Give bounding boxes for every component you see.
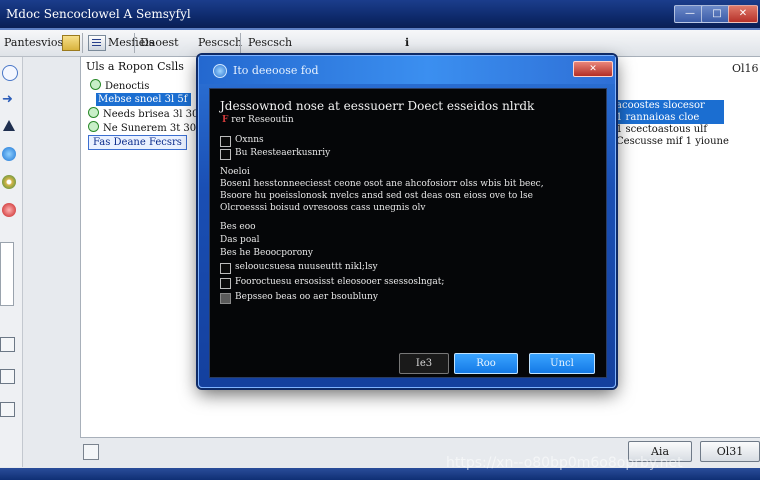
option-checkbox[interactable] <box>220 149 231 160</box>
rail-panel <box>0 242 14 306</box>
dialog-close-button[interactable]: ✕ <box>573 61 613 77</box>
paragraph-line: Olcroesssi boisud ovresooss cass unegnis… <box>220 203 426 213</box>
info-icon[interactable] <box>2 65 18 81</box>
option-checkbox[interactable] <box>220 136 231 147</box>
dialog-heading: Jdessownod nose at eessuoerr Doect essei… <box>220 99 535 113</box>
subheading-text: rer Reseoutin <box>231 115 294 125</box>
folder-icon[interactable] <box>62 35 80 51</box>
close-icon: ✕ <box>589 64 597 74</box>
dialog-body: Jdessownod nose at eessuoerr Doect essei… <box>209 88 607 378</box>
dialog-title-icon <box>213 64 227 78</box>
window-titlebar: Mdoc Sencoclowel A Semsyfyl — □ ✕ <box>0 0 760 30</box>
content-corner-label: Ol16 <box>732 62 759 75</box>
subheading-marker: F <box>222 115 229 125</box>
info-icon[interactable]: ℹ <box>405 36 409 49</box>
list-label: Bes eoo <box>220 222 256 232</box>
dialog-subheading: F rer Reseoutin <box>222 115 294 126</box>
tree-item[interactable]: Ne Sunerem 3t 30 <box>88 121 196 134</box>
option-label: Bu Reesteaerkusnriy <box>235 148 331 158</box>
warning-icon[interactable] <box>2 119 16 133</box>
close-icon: ✕ <box>738 8 748 19</box>
dialog-titlebar[interactable]: Ito deeoose fod ✕ <box>199 56 615 84</box>
globe-icon[interactable] <box>2 147 16 161</box>
tree-item[interactable]: Denoctis <box>90 79 149 92</box>
close-button[interactable]: ✕ <box>728 5 758 23</box>
setting-label: Fooroctuesu ersosisst eleosooer ssessosl… <box>235 277 445 287</box>
list-label: Das poal <box>220 235 260 245</box>
toolbar-separator <box>82 33 83 53</box>
watermark: https://xn--o80bp0m6o8oprby.net <box>446 455 683 471</box>
setting-label: selooucsuesa nuuseuttt nikl;lsy <box>235 262 378 272</box>
toolbar: Pantesvios Mesfieis Daoest Pescsch Pescs… <box>0 30 760 57</box>
document-icon[interactable] <box>88 35 106 51</box>
list-label: Bes he Beoocporony <box>220 248 314 258</box>
toolbar-separator <box>240 33 241 53</box>
bottom-checkbox[interactable] <box>83 444 99 460</box>
right-list: acoostes slocesor 1 rannaioas cloe 1 sce… <box>612 100 729 148</box>
tree-node-icon <box>88 121 99 132</box>
tree-item[interactable]: Fas Deane Fecsrs <box>88 135 187 150</box>
list-item[interactable]: acoostes slocesor <box>612 100 724 112</box>
dialog: Ito deeoose fod ✕ Jdessownod nose at ees… <box>198 55 616 388</box>
tree-node-icon <box>90 79 101 90</box>
paragraph-line: Bsoore hu poeisslonosk nvelcs ansd sed o… <box>220 191 533 201</box>
error-icon[interactable] <box>2 203 16 217</box>
setting-checkbox[interactable] <box>220 293 231 304</box>
list-item[interactable]: 1 rannaioas cloe <box>612 112 724 124</box>
tree-header: Uls a Ropon Cslls <box>86 60 184 73</box>
tree-item[interactable]: Mebse snoel 3l 5f <box>96 93 192 106</box>
dialog-secondary-button[interactable]: Ie3 <box>399 353 449 374</box>
rail-square-icon[interactable] <box>0 369 15 384</box>
toolbar-item-2[interactable]: Daoest <box>140 36 179 49</box>
arrow-icon[interactable]: ➜ <box>2 93 16 107</box>
list-item[interactable]: Cescusse mif 1 yioune <box>612 136 729 148</box>
toolbar-separator <box>134 33 135 53</box>
list-item[interactable]: 1 scectoastous ulf <box>612 124 724 136</box>
left-rail: ➜ <box>0 57 23 467</box>
window-title: Mdoc Sencoclowel A Semsyfyl <box>6 7 191 21</box>
dialog-ok-button[interactable]: Roo <box>454 353 518 374</box>
tree-item[interactable]: Needs brisea 3l 30 <box>88 107 198 120</box>
section-label: Noeloi <box>220 167 250 177</box>
toolbar-item-3[interactable]: Pescsch <box>198 36 242 49</box>
dialog-cancel-button[interactable]: Uncl <box>529 353 595 374</box>
setting-label: Bepsseo beas oo aer bsoubluny <box>235 292 378 302</box>
setting-checkbox[interactable] <box>220 263 231 274</box>
toolbar-item-4[interactable]: Pescsch <box>248 36 292 49</box>
bottom-button-2[interactable]: Ol31 <box>700 441 760 462</box>
rail-square-icon[interactable] <box>0 337 15 352</box>
setting-checkbox[interactable] <box>220 278 231 289</box>
dialog-title: Ito deeoose fod <box>233 64 319 77</box>
tree-node-icon <box>88 107 99 118</box>
disc-icon[interactable] <box>2 175 16 189</box>
option-label: Oxnns <box>235 135 264 145</box>
toolbar-left-label[interactable]: Pantesvios <box>4 36 63 49</box>
rail-square-icon[interactable] <box>0 402 15 417</box>
paragraph-line: Bosenl hesstonneeciesst ceone osot ane a… <box>220 179 544 189</box>
